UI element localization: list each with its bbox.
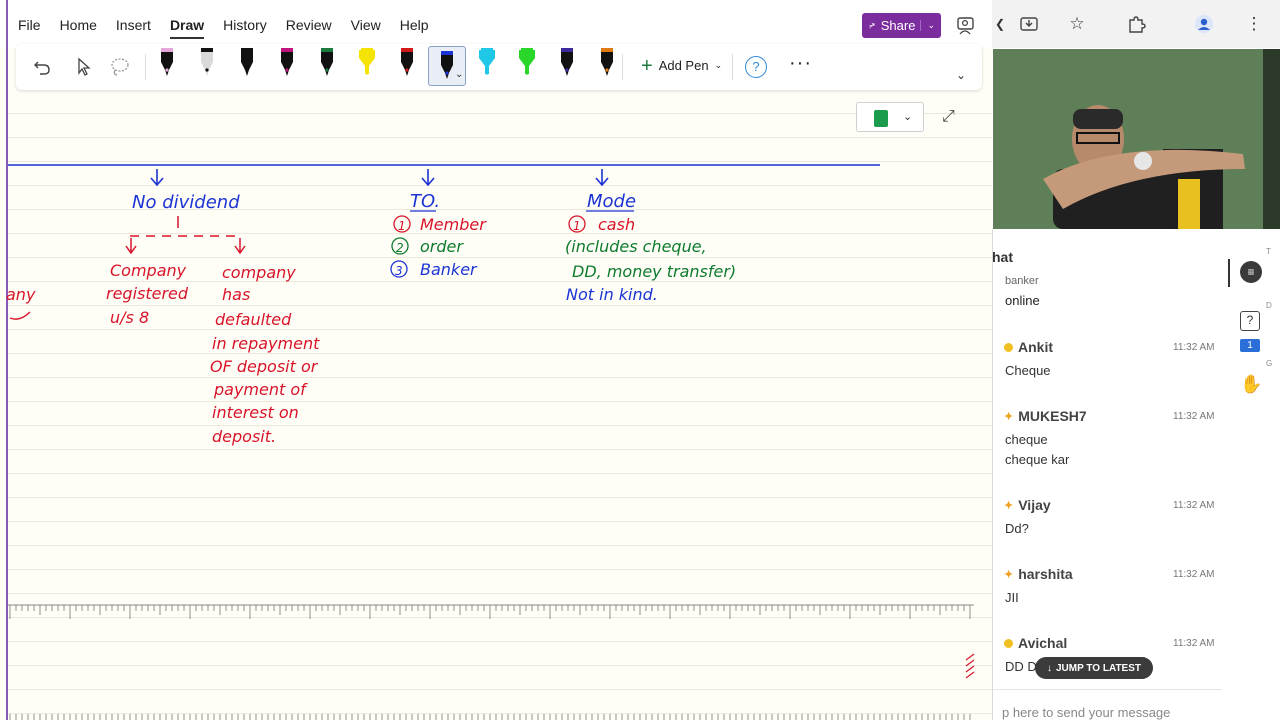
branch-1-line: u/s 8	[110, 308, 149, 327]
chat-timestamp: 11:32 AM	[1173, 342, 1215, 353]
chat-bubble-icon[interactable]: ≡	[1240, 261, 1262, 283]
badge-icon	[1004, 342, 1013, 352]
left-fragment-text: any	[6, 285, 36, 304]
mode-heading: Mode	[587, 191, 636, 212]
video-frame	[993, 49, 1280, 229]
spark-icon: ✦	[1004, 410, 1014, 423]
onenote-app: File Home Insert Draw History Review Vie…	[0, 0, 992, 720]
side-letter: D	[1266, 301, 1272, 310]
live-chat-panel: hat banker online Ankit 11:32 AM Cheque ✦ MU…	[992, 229, 1280, 720]
extensions-icon[interactable]	[1126, 14, 1146, 34]
browser-toolbar: ❮ ☆ ⋮	[992, 0, 1280, 48]
jump-to-latest-button[interactable]: ↓ JUMP TO LATEST	[1035, 657, 1153, 679]
to-item-text: Member	[420, 215, 487, 234]
install-app-icon[interactable]	[1019, 14, 1039, 34]
ruler[interactable]	[8, 604, 974, 626]
protractor-handle-icon[interactable]	[962, 652, 976, 682]
chat-scrollbar[interactable]	[1228, 259, 1230, 287]
chat-author: Avichal	[1004, 635, 1067, 651]
chat-message-text: online	[1005, 293, 1040, 308]
question-count-badge: 1	[1240, 339, 1260, 352]
chat-author-name: Ankit	[1018, 339, 1053, 355]
not-in-kind-text: Not in kind.	[566, 285, 658, 304]
to-item-text: Banker	[420, 260, 478, 279]
side-letter: G	[1266, 359, 1273, 368]
ink-scribble	[9, 311, 31, 320]
chat-timestamp: 11:32 AM	[1173, 638, 1215, 649]
branch-2-line: payment of	[213, 380, 308, 399]
chat-message-partial: banker	[1005, 275, 1039, 284]
branch-2-text: company has defaulted in repayment OF de…	[210, 263, 320, 446]
chat-timestamp: 11:32 AM	[1173, 569, 1215, 580]
chat-author-name: MUKESH7	[1018, 408, 1087, 424]
spark-icon: ✦	[1004, 568, 1014, 581]
panel-divider	[992, 229, 993, 720]
branch-2-line: OF deposit or	[210, 357, 319, 376]
chat-message-text: cheque kar	[1005, 452, 1070, 467]
badge-icon	[1004, 638, 1013, 648]
to-heading: TO.	[410, 191, 440, 212]
chat-message-text: cheque	[1005, 432, 1048, 447]
branch-2-line: interest on	[212, 403, 299, 422]
ruler-bottom-edge	[9, 714, 971, 720]
branch-2-line: company	[222, 263, 296, 282]
chat-author: ✦ harshita	[1004, 566, 1073, 582]
ink-branch-lines	[125, 216, 246, 255]
branch-2-line: in repayment	[212, 334, 320, 353]
to-item-text: order	[420, 237, 464, 256]
chat-message-text: JII	[1005, 590, 1019, 605]
side-letter: T	[1266, 247, 1271, 256]
chat-message-text: Cheque	[1005, 363, 1051, 378]
mode-item-number: 1	[573, 219, 581, 233]
branch-1-line: registered	[106, 284, 189, 303]
chat-author: Ankit	[1004, 339, 1053, 355]
arrow-down-icon: ↓	[1046, 662, 1052, 674]
branch-1-line: Company	[110, 261, 187, 280]
mode-item-text: cash	[598, 215, 635, 234]
ink-arrows	[150, 169, 609, 187]
to-list: 1 Member 2 order 3 Banker	[390, 215, 487, 279]
chat-message-input[interactable]: p here to send your message	[992, 689, 1222, 720]
star-icon[interactable]: ☆	[1067, 14, 1087, 34]
branch-1-text: Company registered u/s 8	[106, 261, 189, 327]
jump-to-latest-label: JUMP TO LATEST	[1055, 662, 1141, 674]
no-dividend-heading: No dividend	[132, 192, 240, 213]
to-item-number: 3	[395, 264, 403, 278]
chat-author-name: Vijay	[1018, 497, 1051, 513]
chat-title: hat	[992, 249, 1013, 265]
to-item-number: 2	[396, 241, 404, 255]
branch-2-line: deposit.	[212, 427, 276, 446]
hand-raise-icon[interactable]: ✋	[1240, 373, 1262, 395]
chat-timestamp: 11:32 AM	[1173, 500, 1215, 511]
chat-author: ✦ MUKESH7	[1004, 408, 1087, 424]
chat-message-text: Dd?	[1005, 521, 1029, 536]
question-icon[interactable]: ?	[1240, 311, 1260, 331]
mode-include-line: (includes cheque,	[565, 237, 707, 256]
spark-icon: ✦	[1004, 499, 1014, 512]
chat-author: ✦ Vijay	[1004, 497, 1051, 513]
chat-author-name: Avichal	[1018, 635, 1068, 651]
profile-avatar-icon[interactable]	[1194, 14, 1214, 34]
chat-message-text: DD D	[1005, 659, 1037, 674]
to-item-number: 1	[398, 219, 406, 233]
branch-2-line: defaulted	[215, 310, 292, 329]
instructor-video	[993, 49, 1280, 229]
kebab-menu-icon[interactable]: ⋮	[1244, 14, 1264, 34]
mode-include-line: DD, money transfer)	[572, 262, 736, 281]
chat-author-name: harshita	[1018, 566, 1073, 582]
chevron-left-icon[interactable]: ❮	[990, 14, 1010, 34]
chat-timestamp: 11:32 AM	[1173, 411, 1215, 422]
branch-2-line: has	[222, 285, 250, 304]
